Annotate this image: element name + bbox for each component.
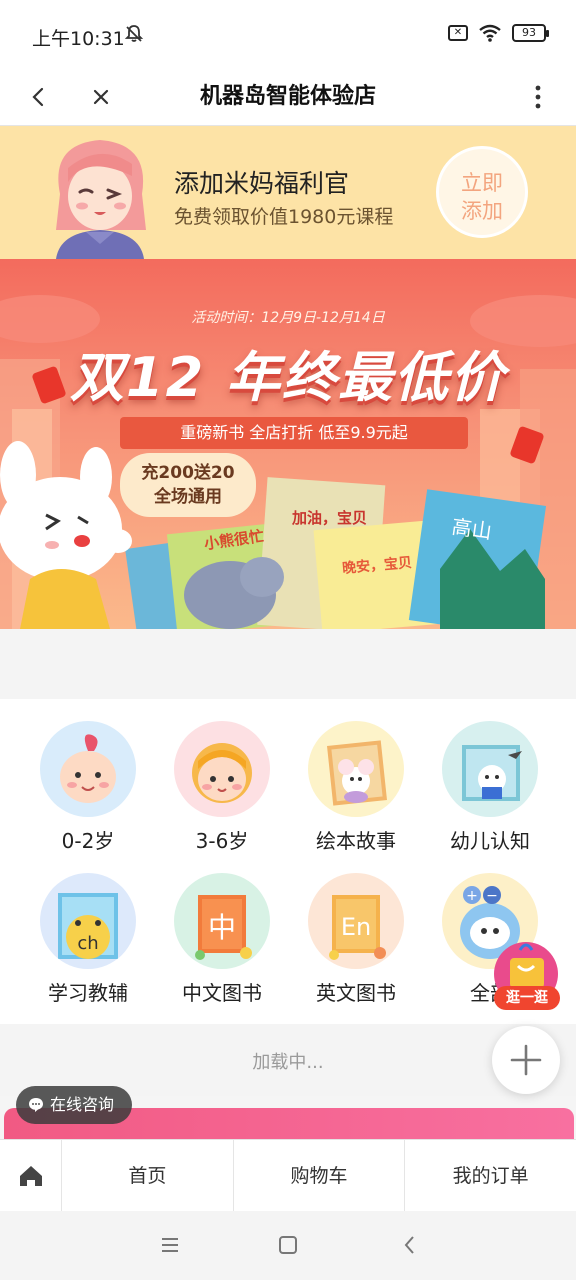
girl-avatar-illustration bbox=[56, 140, 146, 259]
svg-text:−: − bbox=[486, 888, 498, 904]
category-label: 中文图书 bbox=[182, 981, 262, 1005]
online-consult-button[interactable]: 在线咨询 bbox=[16, 1086, 132, 1124]
page-title: 机器岛智能体验店 bbox=[199, 84, 376, 109]
add-now-button[interactable]: 立即 添加 bbox=[436, 146, 528, 238]
banner-subline: 重磅新书 全店打折 低至9.9元起 bbox=[120, 417, 468, 449]
book-title-2: 加油，宝贝 bbox=[292, 509, 368, 527]
menu-icon[interactable] bbox=[158, 1233, 182, 1257]
girl-icon bbox=[174, 721, 270, 817]
home-square-icon[interactable] bbox=[276, 1233, 300, 1257]
title-bar: 机器岛智能体验店 bbox=[0, 70, 576, 126]
back-nav-icon[interactable] bbox=[398, 1233, 422, 1257]
battery-level: 93 bbox=[522, 26, 536, 39]
bottom-tab-bar: 首页 购物车 我的订单 bbox=[0, 1139, 576, 1212]
battery-icon: 93 bbox=[512, 24, 549, 42]
category-study[interactable]: ch 学习教辅 bbox=[18, 873, 158, 1023]
category-0-2[interactable]: 0-2岁 bbox=[18, 721, 158, 871]
cognition-book-icon bbox=[442, 721, 538, 817]
welfare-promo-banner[interactable]: 添加米妈福利官 免费领取价值1980元课程 立即 添加 bbox=[0, 126, 576, 259]
category-label: 0-2岁 bbox=[61, 829, 115, 853]
spacer bbox=[0, 629, 576, 699]
bell-muted-icon bbox=[124, 24, 144, 49]
book-title-4: 高山 bbox=[450, 514, 494, 544]
english-glyph: En bbox=[341, 913, 371, 941]
chinese-book-icon: 中 bbox=[174, 873, 270, 969]
category-picture-books[interactable]: 绘本故事 bbox=[286, 721, 426, 871]
category-label: 幼儿认知 bbox=[450, 829, 530, 853]
home-icon bbox=[20, 1166, 42, 1186]
tab-home[interactable]: 首页 bbox=[62, 1140, 234, 1212]
category-cognition[interactable]: 幼儿认知 bbox=[420, 721, 560, 871]
category-label: 绘本故事 bbox=[316, 829, 396, 853]
tab-cart[interactable]: 购物车 bbox=[234, 1140, 406, 1212]
category-label: 学习教辅 bbox=[48, 981, 128, 1005]
wifi-icon bbox=[479, 24, 501, 42]
category-english-books[interactable]: En 英文图书 bbox=[286, 873, 426, 1023]
no-sim-icon: ✕ bbox=[448, 25, 468, 41]
browse-button[interactable]: 逛一逛 bbox=[494, 986, 560, 1010]
english-book-icon: En bbox=[308, 873, 404, 969]
status-bar: 上午10:31 ✕ 93 bbox=[0, 0, 576, 70]
home-icon-tab[interactable] bbox=[0, 1140, 62, 1212]
status-right-icons: ✕ 93 bbox=[448, 24, 549, 42]
svg-text:+: + bbox=[466, 888, 478, 904]
system-navigation-bar bbox=[0, 1211, 576, 1280]
tab-my-orders[interactable]: 我的订单 bbox=[405, 1140, 576, 1212]
loading-text: 加载中... bbox=[252, 1052, 324, 1073]
plus-icon bbox=[510, 1044, 542, 1076]
study-glyph: ch bbox=[77, 933, 98, 954]
category-chinese-books[interactable]: 中 中文图书 bbox=[152, 873, 292, 1023]
category-label: 3-6岁 bbox=[195, 829, 249, 853]
add-button[interactable] bbox=[492, 1026, 560, 1094]
status-time: 上午10:31 bbox=[32, 28, 125, 50]
promo-subtitle: 免费领取价值1980元课程 bbox=[174, 206, 394, 228]
promo-title: 添加米妈福利官 bbox=[174, 169, 350, 198]
study-book-icon: ch bbox=[40, 873, 136, 969]
activity-time: 活动时间：12月9日-12月14日 bbox=[191, 310, 385, 326]
baby-icon bbox=[40, 721, 136, 817]
chat-bubble-icon bbox=[29, 1098, 43, 1112]
consult-label: 在线咨询 bbox=[50, 1095, 115, 1114]
banner-headline: 双12 年终最低价 bbox=[70, 346, 506, 409]
more-options-icon[interactable] bbox=[526, 80, 550, 114]
category-3-6[interactable]: 3-6岁 bbox=[152, 721, 292, 871]
screen: 上午10:31 ✕ 93 机器岛智能体验店 添加米妈福利官 免费领取价值1980… bbox=[0, 0, 576, 1280]
category-label: 英文图书 bbox=[316, 981, 396, 1005]
recharge-bubble: 充200送20 全场通用 bbox=[120, 453, 256, 517]
chinese-glyph: 中 bbox=[208, 911, 236, 944]
double12-sale-banner[interactable]: 活动时间：12月9日-12月14日 双12 年终最低价 重磅新书 全店打折 低至… bbox=[0, 259, 576, 629]
picture-book-icon bbox=[308, 721, 404, 817]
